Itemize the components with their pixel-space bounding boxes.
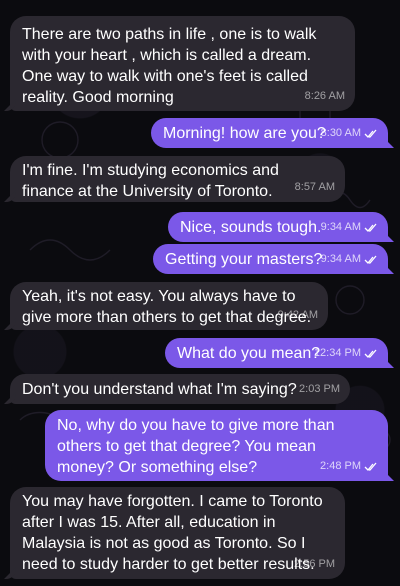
- incoming-message[interactable]: Don't you understand what I'm saying? 2:…: [10, 374, 350, 404]
- incoming-message[interactable]: Yeah, it's not easy. You always have to …: [10, 282, 328, 330]
- incoming-message[interactable]: I'm fine. I'm studying economics and fin…: [10, 156, 345, 202]
- message-meta: 9:34 AM: [321, 217, 378, 238]
- message-time: 2:03 PM: [299, 383, 340, 395]
- message-meta: 9:42 AM: [278, 305, 318, 326]
- message-time: 2:56 PM: [294, 558, 335, 570]
- message-text: No, why do you have to give more than ot…: [57, 417, 335, 476]
- message-time: 9:34 AM: [320, 253, 361, 265]
- message-text: Don't you understand what I'm saying?: [22, 381, 297, 398]
- message-time: 2:48 PM: [320, 460, 361, 472]
- message-time: 9:34 AM: [320, 221, 361, 233]
- message-time: 8:57 AM: [294, 181, 335, 193]
- message-meta: 2:56 PM: [294, 554, 335, 575]
- message-text: There are two paths in life , one is to …: [22, 26, 317, 106]
- message-text: I'm fine. I'm studying economics and fin…: [22, 162, 279, 200]
- message-text: You may have forgotten. I came to Toront…: [22, 493, 323, 573]
- message-meta: 2:03 PM: [299, 379, 340, 400]
- outgoing-message[interactable]: Getting your masters? 9:34 AM: [153, 244, 388, 274]
- double-check-icon: [364, 255, 377, 264]
- message-meta: 8:57 AM: [295, 177, 335, 198]
- message-text: What do you mean?: [177, 345, 321, 362]
- message-time: 9:42 AM: [277, 309, 318, 321]
- outgoing-message[interactable]: What do you mean? 12:34 PM: [165, 338, 388, 368]
- double-check-icon: [364, 462, 377, 471]
- double-check-icon: [364, 223, 377, 232]
- outgoing-message[interactable]: Morning! how are you? 8:30 AM: [151, 118, 388, 148]
- message-meta: 8:26 AM: [305, 86, 345, 107]
- outgoing-message[interactable]: Nice, sounds tough. 9:34 AM: [168, 212, 388, 242]
- message-text: Morning! how are you?: [163, 125, 326, 142]
- message-meta: 12:34 PM: [314, 343, 378, 364]
- message-meta: 8:30 AM: [321, 123, 378, 144]
- message-text: Nice, sounds tough.: [180, 219, 322, 236]
- double-check-icon: [364, 349, 377, 358]
- message-time: 8:26 AM: [304, 90, 345, 102]
- message-time: 8:30 AM: [320, 127, 361, 139]
- message-text: Yeah, it's not easy. You always have to …: [22, 288, 312, 326]
- message-text: Getting your masters?: [165, 251, 323, 268]
- incoming-message[interactable]: You may have forgotten. I came to Toront…: [10, 487, 345, 579]
- outgoing-message[interactable]: No, why do you have to give more than ot…: [45, 410, 388, 481]
- chat-view[interactable]: There are two paths in life , one is to …: [0, 0, 400, 586]
- message-meta: 2:48 PM: [320, 456, 378, 477]
- message-time: 12:34 PM: [313, 347, 361, 359]
- double-check-icon: [364, 129, 377, 138]
- message-meta: 9:34 AM: [321, 249, 378, 270]
- incoming-message[interactable]: There are two paths in life , one is to …: [10, 16, 355, 111]
